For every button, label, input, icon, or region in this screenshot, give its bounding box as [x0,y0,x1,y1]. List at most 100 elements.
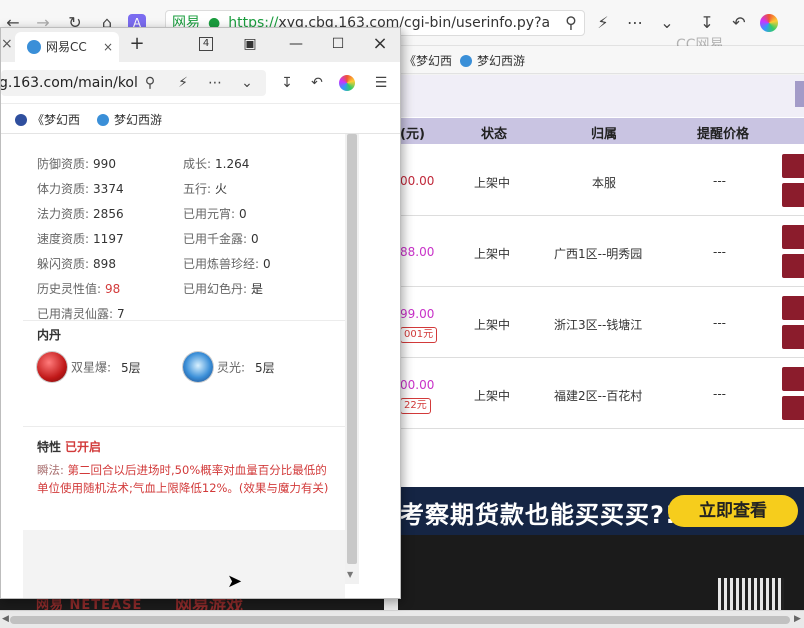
table-row[interactable]: 88.00 上架中 广西1区--明秀园 --- [400,216,804,287]
action-button[interactable] [782,154,804,178]
attribute-item: 历史灵性值: 98 [37,280,120,297]
owner-cell: 广西1区--明秀园 [554,247,643,261]
lightning-icon[interactable]: ⚡ [173,73,193,93]
ai-assistant-icon[interactable] [339,75,355,91]
popup-address-bar-row: g.163.com/main/kol ⚲ ⚡ ⋯ ⌄ ↧ ↶ ☰ [1,62,400,104]
attribute-value: 2856 [93,207,124,221]
close-tab-icon[interactable]: × [1,36,13,52]
pet-detail-panel: 防御资质: 990 成长: 1.264 体力资质: 3374 五行: 火法力资质: 2856 已用… [1,134,359,598]
tab-count-button[interactable]: 4 [193,32,219,56]
scrollbar-thumb[interactable] [347,134,357,564]
status-cell: 上架中 [474,389,511,403]
ad-view-button[interactable]: 立即查看 [668,495,798,527]
table-row[interactable]: 00.00 上架中 本服 --- [400,145,804,216]
attribute-label: 躲闪资质: [37,257,90,271]
chevron-down-icon[interactable]: ⌄ [656,12,678,34]
more-icon[interactable]: ⋯ [624,12,646,34]
neidan-spirit-light-icon [183,352,213,382]
bookmark-item[interactable]: 《梦幻西 [404,52,452,69]
attribute-item: 已用千金露: 0 [183,230,259,247]
action-button[interactable] [782,225,804,249]
attribute-label: 历史灵性值: [37,282,102,296]
owner-cell: 本服 [592,176,617,190]
attribute-label: 已用幻色丹: [183,282,248,296]
bookmark-item[interactable]: 梦幻西游 [460,52,525,69]
empty-panel [23,530,345,598]
price-cell: 00.00 [400,378,435,392]
attribute-item: 成长: 1.264 [183,155,249,172]
attribute-value: 898 [93,257,116,271]
attribute-value: 是 [251,282,264,296]
scrollbar-thumb[interactable] [10,616,790,624]
search-icon[interactable]: ⚲ [140,73,160,93]
download-icon[interactable]: ↧ [277,73,297,93]
minimize-button[interactable]: — [283,32,309,56]
new-tab-button[interactable]: + [124,32,150,56]
status-cell: 上架中 [474,247,511,261]
undo-icon[interactable]: ↶ [728,12,750,34]
attribute-item: 已用幻色丹: 是 [183,280,263,297]
attribute-label: 法力资质: [37,207,90,221]
remind-price-cell: --- [713,174,726,188]
shirt-icon[interactable]: ▣ [237,32,263,56]
attribute-item: 速度资质: 1197 [37,230,124,247]
header-price: (元) [400,127,425,142]
action-button[interactable] [782,367,804,391]
popup-address-bar[interactable]: g.163.com/main/kol [1,70,266,96]
action-button[interactable] [782,296,804,320]
undo-icon[interactable]: ↶ [307,73,327,93]
attribute-value: 0 [239,207,247,221]
price-cell: 88.00 [400,245,435,259]
bookmark-item[interactable]: 梦幻西游 [97,111,162,128]
neidan-item[interactable]: 灵光: 5层 [183,352,275,384]
attribute-label: 已用炼兽珍经: [183,257,260,271]
popup-vertical-scrollbar[interactable]: ▼ [345,134,359,584]
maximize-button[interactable]: ☐ [325,32,351,56]
popup-titlebar: × 网易CC × + 4 ▣ — ☐ × [1,28,400,62]
popup-tab[interactable]: 网易CC × [15,32,119,62]
filter-button[interactable] [795,81,804,107]
action-button[interactable] [782,325,804,349]
close-icon[interactable]: × [103,32,113,62]
listing-table-header: (元) 状态 归属 提醒价格 [400,118,804,144]
header-remind-price: 提醒价格 [697,127,750,142]
attribute-value: 0 [263,257,271,271]
chevron-down-icon[interactable]: ⌄ [237,73,257,93]
attribute-item: 五行: 火 [183,180,227,197]
close-window-button[interactable]: × [367,32,393,56]
attribute-label: 五行: [183,182,212,196]
search-icon[interactable]: ⚲ [560,12,582,34]
bookmark-item[interactable]: 《梦幻西 [15,111,80,128]
attribute-label: 防御资质: [37,157,90,171]
neidan-item[interactable]: 双星爆: 5层 [37,352,141,384]
attribute-value: 3374 [93,182,124,196]
tab-title: 网易CC [46,40,87,54]
lightning-icon[interactable]: ⚡ [592,12,614,34]
download-icon[interactable]: ↧ [696,12,718,34]
header-owner: 归属 [591,127,618,142]
status-cell: 上架中 [474,318,511,332]
action-button[interactable] [782,254,804,278]
attribute-label: 成长: [183,157,212,171]
neidan-title: 内丹 [37,328,62,342]
more-icon[interactable]: ⋯ [205,73,225,93]
status-cell: 上架中 [474,176,511,190]
ai-assistant-icon[interactable] [760,14,778,32]
trait-description: 瞬法: 第二回合以后进场时,50%概率对血量百分比最低的单位使用随机法术;气血上… [37,463,329,495]
attribute-item: 已用元宵: 0 [183,205,247,222]
scroll-left-icon[interactable]: ◀ [2,614,9,624]
action-button[interactable] [782,396,804,420]
price-tag: 001元 [400,327,438,343]
bookmark-icon [460,55,472,67]
action-button[interactable] [782,183,804,207]
table-row[interactable]: 00.00 22元 上架中 福建2区--百花村 --- [400,358,804,429]
scroll-down-icon[interactable]: ▼ [347,570,353,579]
scroll-right-icon[interactable]: ▶ [794,614,801,624]
bookmark-icon [97,114,109,126]
background-horizontal-scrollbar[interactable]: ◀ ▶ [0,610,804,628]
menu-icon[interactable]: ☰ [371,73,391,93]
remind-price-cell: --- [713,245,726,259]
table-row[interactable]: 99.00 001元 上架中 浙江3区--钱塘江 --- [400,287,804,358]
ad-banner[interactable]: 考察期货款也能买买买?! 立即查看 [400,487,804,535]
attribute-label: 已用千金露: [183,232,248,246]
